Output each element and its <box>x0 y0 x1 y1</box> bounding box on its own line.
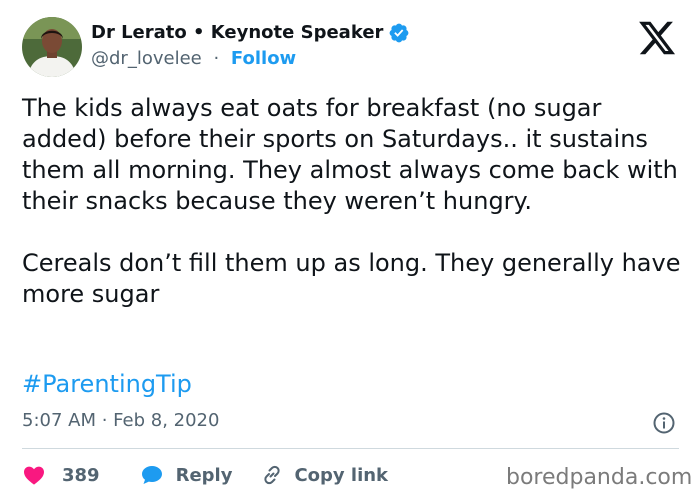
handle-separator: · <box>213 48 220 69</box>
copy-link-label: Copy link <box>294 464 389 486</box>
follow-button[interactable]: Follow <box>231 48 296 69</box>
author-handle-row: @dr_lovelee · Follow <box>91 47 296 71</box>
copy-link-button[interactable]: Copy link <box>260 463 388 487</box>
info-icon[interactable] <box>652 411 676 435</box>
tweet-timestamp[interactable]: 5:07 AM · Feb 8, 2020 <box>22 409 219 433</box>
reply-label: Reply <box>175 464 233 486</box>
author-display-name[interactable]: Dr Lerato • Keynote Speaker <box>91 21 383 45</box>
like-count: 389 <box>62 464 100 486</box>
watermark: boredpanda.com <box>506 465 693 490</box>
x-logo-icon[interactable] <box>637 18 677 58</box>
link-icon <box>264 465 281 485</box>
tweet-text: The kids always eat oats for breakfast (… <box>22 93 687 310</box>
speech-bubble-icon <box>141 466 162 484</box>
like-button[interactable]: 389 <box>22 463 100 487</box>
tweet-paragraph: Cereals don’t fill them up as long. They… <box>22 249 681 308</box>
reply-button[interactable]: Reply <box>140 463 233 487</box>
heart-icon <box>24 466 44 485</box>
author-handle[interactable]: @dr_lovelee <box>91 48 202 69</box>
hashtag-link[interactable]: #ParentingTip <box>22 369 192 400</box>
author-name-row: Dr Lerato • Keynote Speaker <box>91 21 410 45</box>
tweet-paragraph: The kids always eat oats for breakfast (… <box>22 94 678 215</box>
action-bar: 389 Reply Copy link <box>22 459 388 491</box>
divider <box>22 448 679 449</box>
verified-badge-icon <box>390 23 409 43</box>
avatar[interactable] <box>22 17 82 77</box>
avatar-photo <box>22 17 82 77</box>
